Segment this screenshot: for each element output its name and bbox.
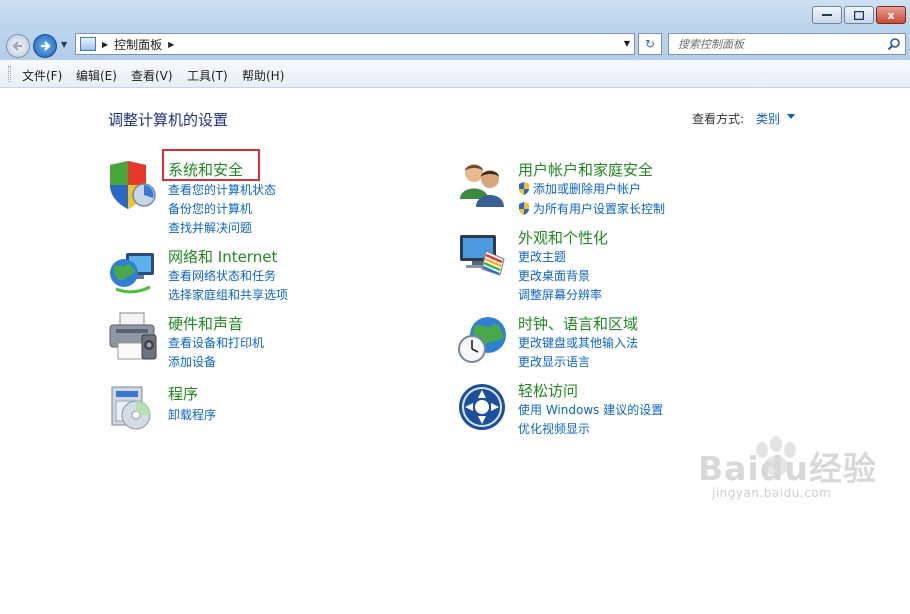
maximize-button[interactable] [844,6,874,24]
maximize-icon [854,10,864,20]
category-appearance[interactable]: 外观和个性化 [518,227,608,248]
menu-edit[interactable]: 编辑(E) [76,67,117,84]
link-troubleshoot[interactable]: 查找并解决问题 [168,219,252,236]
link-optimize-video[interactable]: 优化视频显示 [518,420,590,437]
globe-clock-icon[interactable] [456,313,508,365]
uac-shield-icon [519,202,529,215]
menu-help[interactable]: 帮助(H) [242,67,284,84]
breadcrumb-arrow-icon[interactable]: ▶ [102,40,108,49]
menu-view[interactable]: 查看(V) [131,67,173,84]
link-windows-suggested-settings[interactable]: 使用 Windows 建议的设置 [518,401,663,418]
forward-arrow-icon [41,41,51,51]
search-box[interactable] [668,33,906,55]
category-ease-of-access[interactable]: 轻松访问 [518,380,578,401]
uac-shield-icon [519,182,529,195]
breadcrumb-arrow-icon[interactable]: ▶ [168,40,174,49]
link-change-background[interactable]: 更改桌面背景 [518,267,590,284]
view-by-caret-icon[interactable] [787,114,795,119]
users-icon[interactable] [456,157,508,209]
link-parental-controls-label[interactable]: 为所有用户设置家长控制 [533,202,665,216]
page-title: 调整计算机的设置 [108,111,229,129]
forward-button[interactable] [33,34,57,58]
refresh-button[interactable]: ↻ [638,33,662,55]
history-dropdown-icon[interactable]: ▼ [61,40,67,49]
view-by-label: 查看方式: [692,112,745,126]
breadcrumb-control-panel[interactable]: 控制面板 [114,36,162,53]
category-programs[interactable]: 程序 [168,383,198,404]
link-devices-printers[interactable]: 查看设备和打印机 [168,334,264,351]
category-system-security[interactable]: 系统和安全 [168,159,243,180]
close-icon: x [887,8,895,22]
link-uninstall-program[interactable]: 卸载程序 [168,406,216,423]
programs-icon[interactable] [106,381,158,433]
menu-grip [8,66,11,82]
link-change-theme[interactable]: 更改主题 [518,248,566,265]
watermark-url: jingyan.baidu.com [712,486,832,500]
link-add-remove-accounts[interactable]: 添加或删除用户帐户 [518,180,641,197]
shield-icon[interactable] [106,159,158,211]
back-arrow-icon [12,41,22,51]
minimize-icon [822,14,832,16]
search-icon[interactable] [887,37,901,51]
monitor-icon[interactable] [456,229,508,281]
link-change-keyboard[interactable]: 更改键盘或其他输入法 [518,334,638,351]
category-user-accounts[interactable]: 用户帐户和家庭安全 [518,159,653,180]
content-area: 调整计算机的设置 查看方式: 类别 系统和安全 查看您的计算机状态 备份您的计算… [0,89,910,614]
link-parental-controls[interactable]: 为所有用户设置家长控制 [518,200,665,217]
category-hardware-sound[interactable]: 硬件和声音 [168,313,243,334]
printer-icon[interactable] [106,311,158,363]
menu-tools[interactable]: 工具(T) [187,67,228,84]
menu-file[interactable]: 文件(F) [22,67,62,84]
link-backup-computer[interactable]: 备份您的计算机 [168,200,252,217]
watermark-text: Baidu经验 [698,449,877,488]
link-view-computer-status[interactable]: 查看您的计算机状态 [168,181,276,198]
ease-of-access-icon[interactable] [456,381,508,433]
link-network-status[interactable]: 查看网络状态和任务 [168,267,276,284]
category-clock-language-region[interactable]: 时钟、语言和区域 [518,313,638,334]
link-screen-resolution[interactable]: 调整屏幕分辨率 [518,286,602,303]
refresh-icon: ↻ [644,37,656,51]
link-change-display-language[interactable]: 更改显示语言 [518,353,590,370]
link-homegroup-sharing[interactable]: 选择家庭组和共享选项 [168,286,288,303]
address-bar[interactable]: ▶ 控制面板 ▶ ▼ [75,33,635,55]
link-add-remove-accounts-label[interactable]: 添加或删除用户帐户 [533,182,641,196]
minimize-button[interactable] [812,6,842,24]
category-network-internet[interactable]: 网络和 Internet [168,246,277,267]
network-icon[interactable] [106,247,158,299]
search-input[interactable] [669,34,881,54]
link-add-device[interactable]: 添加设备 [168,353,216,370]
view-by-dropdown[interactable]: 类别 [756,110,780,127]
address-dropdown-icon[interactable]: ▼ [624,39,630,48]
close-button[interactable]: x [876,6,906,24]
control-panel-icon [80,37,96,51]
back-button[interactable] [6,34,30,58]
title-bar: x [0,0,910,30]
menu-bar: 文件(F) 编辑(E) 查看(V) 工具(T) 帮助(H) [0,60,910,88]
